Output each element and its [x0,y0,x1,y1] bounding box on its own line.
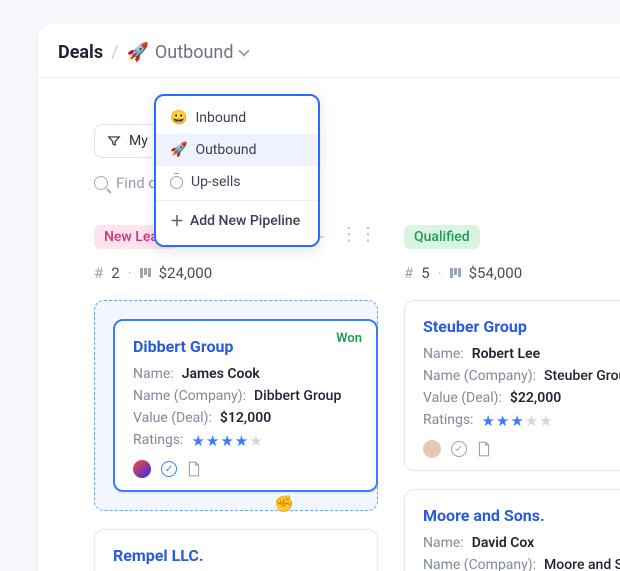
stage-header: Qualified ＋ ⋮⋮ [404,224,620,250]
stage-total: $24,000 [159,264,213,282]
field-label: Name (Company): [423,557,536,571]
app-panel: Deals / 🚀 Outbound My Find d 😀 Inbound 🚀… [38,24,620,571]
stage-count: 5 [421,264,429,282]
rating-stars: ★★★★★ [481,412,553,430]
hash-icon: # [404,264,413,282]
drag-handle-icon[interactable]: ⋮⋮ [340,224,378,250]
pipeline-label: Outbound [155,42,234,63]
header: Deals / 🚀 Outbound [38,24,620,77]
stage-total: $54,000 [469,264,523,282]
add-pipeline-label: Add New Pipeline [190,213,300,229]
company-name: Dibbert Group [254,388,341,404]
field-label: Name: [133,366,174,382]
divider [38,77,620,78]
deal-card[interactable]: Steuber Group Name: Robert Lee Name (Comp… [404,300,620,471]
rocket-icon: 🚀 [170,142,187,158]
file-icon[interactable] [477,441,491,457]
cursor-icon: ✊ [274,494,294,513]
kanban-icon [140,268,151,278]
check-icon[interactable]: ✓ [161,461,177,477]
field-label: Name (Company): [133,388,246,404]
contact-name: David Cox [472,535,535,551]
search-input[interactable]: Find d [94,174,157,192]
check-icon[interactable]: ✓ [451,441,467,457]
deal-value: $12,000 [220,410,271,426]
pipeline-option-outbound[interactable]: 🚀 Outbound [156,134,318,166]
plus-icon: ＋ [170,211,182,231]
status-badge: Won [336,331,362,346]
pipeline-option-inbound[interactable]: 😀 Inbound [156,102,318,134]
kanban-column-qualified: Qualified ＋ ⋮⋮ # 5 · $54,000 Steuber Gro… [404,224,620,571]
field-label: Ratings: [133,432,183,450]
file-icon[interactable] [187,461,201,477]
avatar[interactable] [133,460,151,478]
pipeline-dropdown: 😀 Inbound 🚀 Outbound Up-sells ＋ Add New … [154,94,320,247]
deal-title: Dibbert Group [133,337,358,356]
hash-icon: # [94,264,103,282]
field-label: Name (Company): [423,368,536,384]
avatar[interactable] [423,440,441,458]
field-label: Ratings: [423,412,473,430]
company-name: Steuber Group [544,368,620,384]
field-label: Value (Deal): [133,410,212,426]
field-label: Name: [423,346,464,362]
rocket-icon: 🚀 [127,42,149,63]
field-label: Value (Deal): [423,390,502,406]
deal-title: Moore and Sons. [423,506,620,525]
stopwatch-icon [170,176,183,189]
deal-card[interactable]: Rempel LLC. Name:Jaquelin Kim Name (Comp… [94,529,378,571]
dropdown-divider [156,200,318,201]
my-filter-button[interactable]: My [94,124,161,158]
add-pipeline-button[interactable]: ＋ Add New Pipeline [156,203,318,239]
pipeline-option-label: Up-sells [191,174,241,190]
deal-card[interactable]: Moore and Sons. Name: David Cox Name (Com… [404,489,620,571]
stage-pill: Qualified [404,225,480,249]
pipeline-option-upsells[interactable]: Up-sells [156,166,318,198]
field-label: Name: [423,535,464,551]
stage-summary: # 5 · $54,000 [404,264,620,282]
pipeline-option-label: Inbound [195,110,246,126]
deal-title: Steuber Group [423,317,620,336]
stage-count: 2 [111,264,119,282]
drop-zone[interactable]: Won Dibbert Group Name: James Cook Name (… [94,300,378,511]
breadcrumb-slash: / [111,42,118,63]
kanban-column-new-lead: New Lead ＋ ⋮⋮ # 2 · $24,000 Won Dibbert … [94,224,378,571]
chevron-down-icon [238,45,249,56]
contact-name: Robert Lee [472,346,540,362]
card-footer: ✓ [133,460,358,478]
deal-title: Rempel LLC. [113,546,359,565]
my-filter-label: My [129,133,148,149]
deal-card[interactable]: Won Dibbert Group Name: James Cook Name (… [113,319,378,492]
kanban-columns: New Lead ＋ ⋮⋮ # 2 · $24,000 Won Dibbert … [94,224,620,571]
rating-stars: ★★★★★ [191,432,263,450]
search-icon [94,176,108,190]
pipeline-option-label: Outbound [195,142,256,158]
pipeline-selector[interactable]: 🚀 Outbound [127,42,248,63]
company-name: Moore and Sons [544,557,620,571]
contact-name: James Cook [182,366,260,382]
search-placeholder: Find d [116,174,157,192]
stage-summary: # 2 · $24,000 [94,264,378,282]
deal-value: $22,000 [510,390,561,406]
kanban-icon [450,268,461,278]
card-footer: ✓ 1d [423,440,620,458]
filter-icon [107,134,121,148]
page-title: Deals [58,42,103,63]
smile-icon: 😀 [170,110,187,126]
